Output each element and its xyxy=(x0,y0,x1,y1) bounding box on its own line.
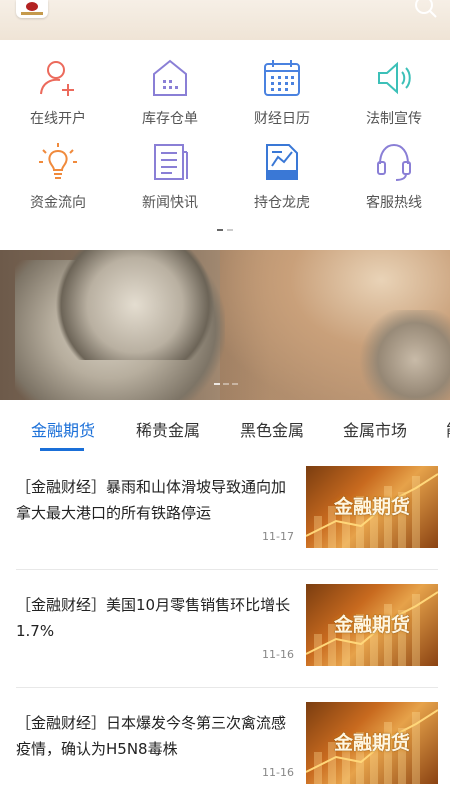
tab-ferrous-metals[interactable]: 黑色金属 xyxy=(240,417,304,441)
tab-metal-market[interactable]: 金属市场 xyxy=(343,417,407,441)
warehouse-icon xyxy=(153,59,187,96)
thumbnail-label: 金融期货 xyxy=(333,732,410,754)
chart-doc-icon xyxy=(266,144,298,180)
lightbulb-icon xyxy=(39,143,77,179)
brand-logo[interactable] xyxy=(16,0,48,18)
tab-energy[interactable]: 能 xyxy=(446,417,450,441)
menu-service-hotline[interactable]: 客服热线 xyxy=(338,132,450,212)
menu-position-ranking[interactable]: 持仓龙虎 xyxy=(226,132,338,212)
grid-page-indicator xyxy=(217,229,235,231)
headset-icon xyxy=(377,143,411,181)
tab-precious-metals[interactable]: 稀贵金属 xyxy=(136,417,200,441)
news-item[interactable]: ［金融财经］日本爆发今冬第三次禽流感疫情，确认为H5N8毒株 11-16 金融期… xyxy=(0,688,450,805)
news-thumbnail: 金融期货 xyxy=(306,466,438,548)
menu-label: 持仓龙虎 xyxy=(254,195,310,211)
menu-label: 财经日历 xyxy=(254,111,310,127)
menu-label: 新闻快讯 xyxy=(142,195,198,211)
speaker-icon xyxy=(378,61,411,95)
menu-label: 法制宣传 xyxy=(366,111,422,127)
menu-news-flash[interactable]: 新闻快讯 xyxy=(114,132,226,212)
menu-online-account[interactable]: 在线开户 xyxy=(2,48,114,128)
menu-label: 库存仓单 xyxy=(142,111,198,127)
tab-finance-futures[interactable]: 金融期货 xyxy=(31,417,95,441)
menu-warehouse-receipt[interactable]: 库存仓单 xyxy=(114,48,226,128)
news-thumbnail: 金融期货 xyxy=(306,584,438,666)
banner-page-indicator xyxy=(214,383,238,386)
search-icon[interactable] xyxy=(412,0,438,20)
menu-legal-promo[interactable]: 法制宣传 xyxy=(338,48,450,128)
active-tab-indicator xyxy=(40,448,84,451)
menu-label: 资金流向 xyxy=(30,195,86,211)
news-title: ［金融财经］日本爆发今冬第三次禽流感疫情，确认为H5N8毒株 xyxy=(16,714,287,758)
category-tabs: 金融期货 稀贵金属 黑色金属 金属市场 能 xyxy=(0,400,450,452)
news-icon xyxy=(154,144,188,180)
user-add-icon xyxy=(40,61,74,96)
top-bar xyxy=(0,0,450,40)
news-title: ［金融财经］美国10月零售销售环比增长1.7% xyxy=(16,596,291,640)
thumbnail-label: 金融期货 xyxy=(333,496,410,518)
news-date: 11-16 xyxy=(262,766,294,779)
news-title: ［金融财经］暴雨和山体滑坡导致通向加拿大最大港口的所有铁路停运 xyxy=(16,478,287,522)
news-date: 11-17 xyxy=(262,530,294,543)
news-thumbnail: 金融期货 xyxy=(306,702,438,784)
thumbnail-label: 金融期货 xyxy=(333,614,410,636)
news-item[interactable]: ［金融财经］美国10月零售销售环比增长1.7% 11-16 金融期货 xyxy=(0,570,450,687)
menu-label: 客服热线 xyxy=(366,195,422,211)
calendar-icon xyxy=(264,60,300,96)
quick-menu-grid: 在线开户 库存仓单 财经日历 法制宣传 资金流向 新闻快讯 持仓龙虎 客服热线 xyxy=(0,48,450,248)
menu-fund-flow[interactable]: 资金流向 xyxy=(2,132,114,212)
news-item[interactable]: ［金融财经］暴雨和山体滑坡导致通向加拿大最大港口的所有铁路停运 11-17 金融… xyxy=(0,452,450,569)
menu-finance-calendar[interactable]: 财经日历 xyxy=(226,48,338,128)
news-date: 11-16 xyxy=(262,648,294,661)
promo-banner[interactable] xyxy=(0,250,450,400)
menu-label: 在线开户 xyxy=(30,111,86,127)
